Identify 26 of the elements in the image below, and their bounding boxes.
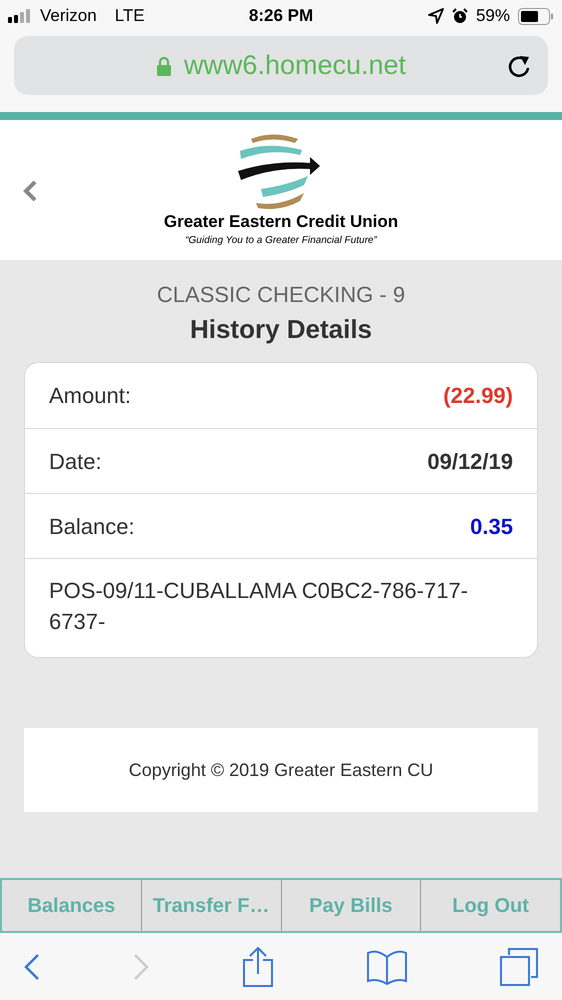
battery-percent: 59% bbox=[476, 5, 510, 28]
bookmarks-icon[interactable] bbox=[367, 948, 407, 984]
account-name: CLASSIC CHECKING - 9 bbox=[156, 281, 406, 309]
battery-icon bbox=[518, 8, 554, 24]
network-type: LTE bbox=[114, 5, 145, 28]
clock-time: 8:26 PM bbox=[248, 6, 314, 26]
url-text: www6.homecu.net bbox=[184, 49, 406, 82]
field-label: Date: bbox=[49, 448, 102, 476]
alarm-clock-icon bbox=[452, 8, 468, 24]
back-chevron-icon[interactable] bbox=[23, 180, 37, 202]
transaction-description: POS-09/11-CUBALLAMA C0BC2-786-717-6737- bbox=[49, 577, 470, 636]
tabs-icon[interactable] bbox=[500, 948, 538, 986]
copyright-text: Copyright © 2019 Greater Eastern CU bbox=[128, 758, 434, 782]
location-arrow-icon bbox=[428, 8, 444, 24]
padlock-icon bbox=[156, 56, 172, 76]
address-bar[interactable]: www6.homecu.net bbox=[14, 36, 548, 95]
logo-name: Greater Eastern Credit Union bbox=[164, 210, 398, 232]
page-heading: History Details bbox=[190, 313, 372, 346]
field-value: 0.35 bbox=[470, 512, 513, 540]
carrier-name: Verizon bbox=[40, 5, 97, 28]
field-value: (22.99) bbox=[443, 382, 513, 410]
field-value: 09/12/19 bbox=[427, 448, 513, 476]
field-label: Balance: bbox=[49, 512, 135, 540]
share-icon[interactable] bbox=[242, 946, 274, 986]
field-label: Amount: bbox=[49, 382, 131, 410]
logo-tagline: “Guiding You to a Greater Financial Future” bbox=[185, 234, 377, 248]
